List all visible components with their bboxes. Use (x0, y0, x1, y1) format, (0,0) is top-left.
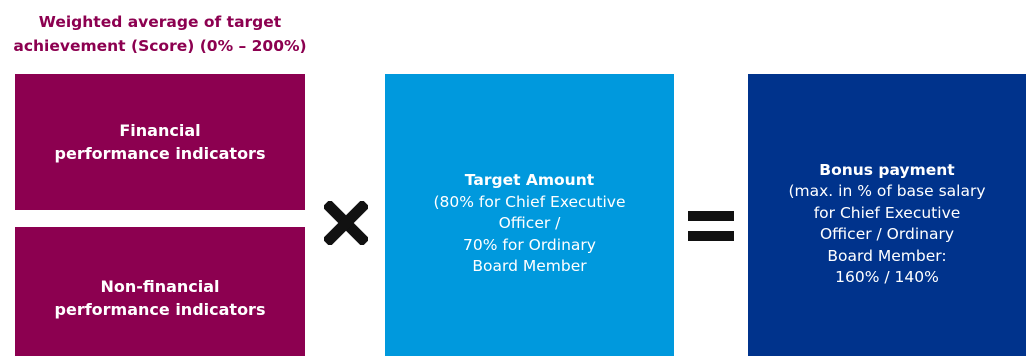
target-amount-title: Target Amount (464, 171, 595, 190)
heading-line-2: achievement (Score) (0% – 200%) (13, 37, 307, 55)
bonus-payment-box: Bonus payment (max. in % of base salary … (748, 74, 1026, 356)
bonus-payment-line-5: 160% / 140% (835, 268, 939, 286)
bonus-payment-line-2: for Chief Executive (813, 203, 961, 222)
target-amount-line-4: Board Member (472, 257, 587, 276)
non-financial-line-2: performance indicators (54, 299, 266, 319)
equals-icon (688, 211, 734, 241)
target-amount-line-3: 70% for Ordinary (463, 235, 596, 254)
non-financial-line-1: Non-financial (100, 276, 220, 296)
financial-line-2: performance indicators (54, 144, 266, 163)
financial-line-1: Financial (119, 121, 201, 140)
multiply-icon (324, 201, 368, 245)
bonus-payment-line-1: (max. in % of base salary (788, 182, 986, 200)
non-financial-indicators-box: Non-financial performance indicators (15, 227, 305, 356)
bonus-payment-line-4: Board Member: (827, 246, 947, 265)
heading-line-1: Weighted average of target (38, 13, 282, 31)
target-amount-line-1: (80% for Chief Executive (433, 192, 626, 211)
financial-indicators-box: Financial performance indicators (15, 74, 305, 210)
target-amount-box: Target Amount (80% for Chief Executive O… (385, 74, 674, 356)
target-amount-line-2: Officer / (498, 214, 561, 233)
bonus-payment-line-3: Officer / Ordinary (819, 225, 954, 243)
bonus-payment-title: Bonus payment (819, 160, 955, 179)
diagram-heading: Weighted average of target achievement (… (0, 10, 320, 58)
